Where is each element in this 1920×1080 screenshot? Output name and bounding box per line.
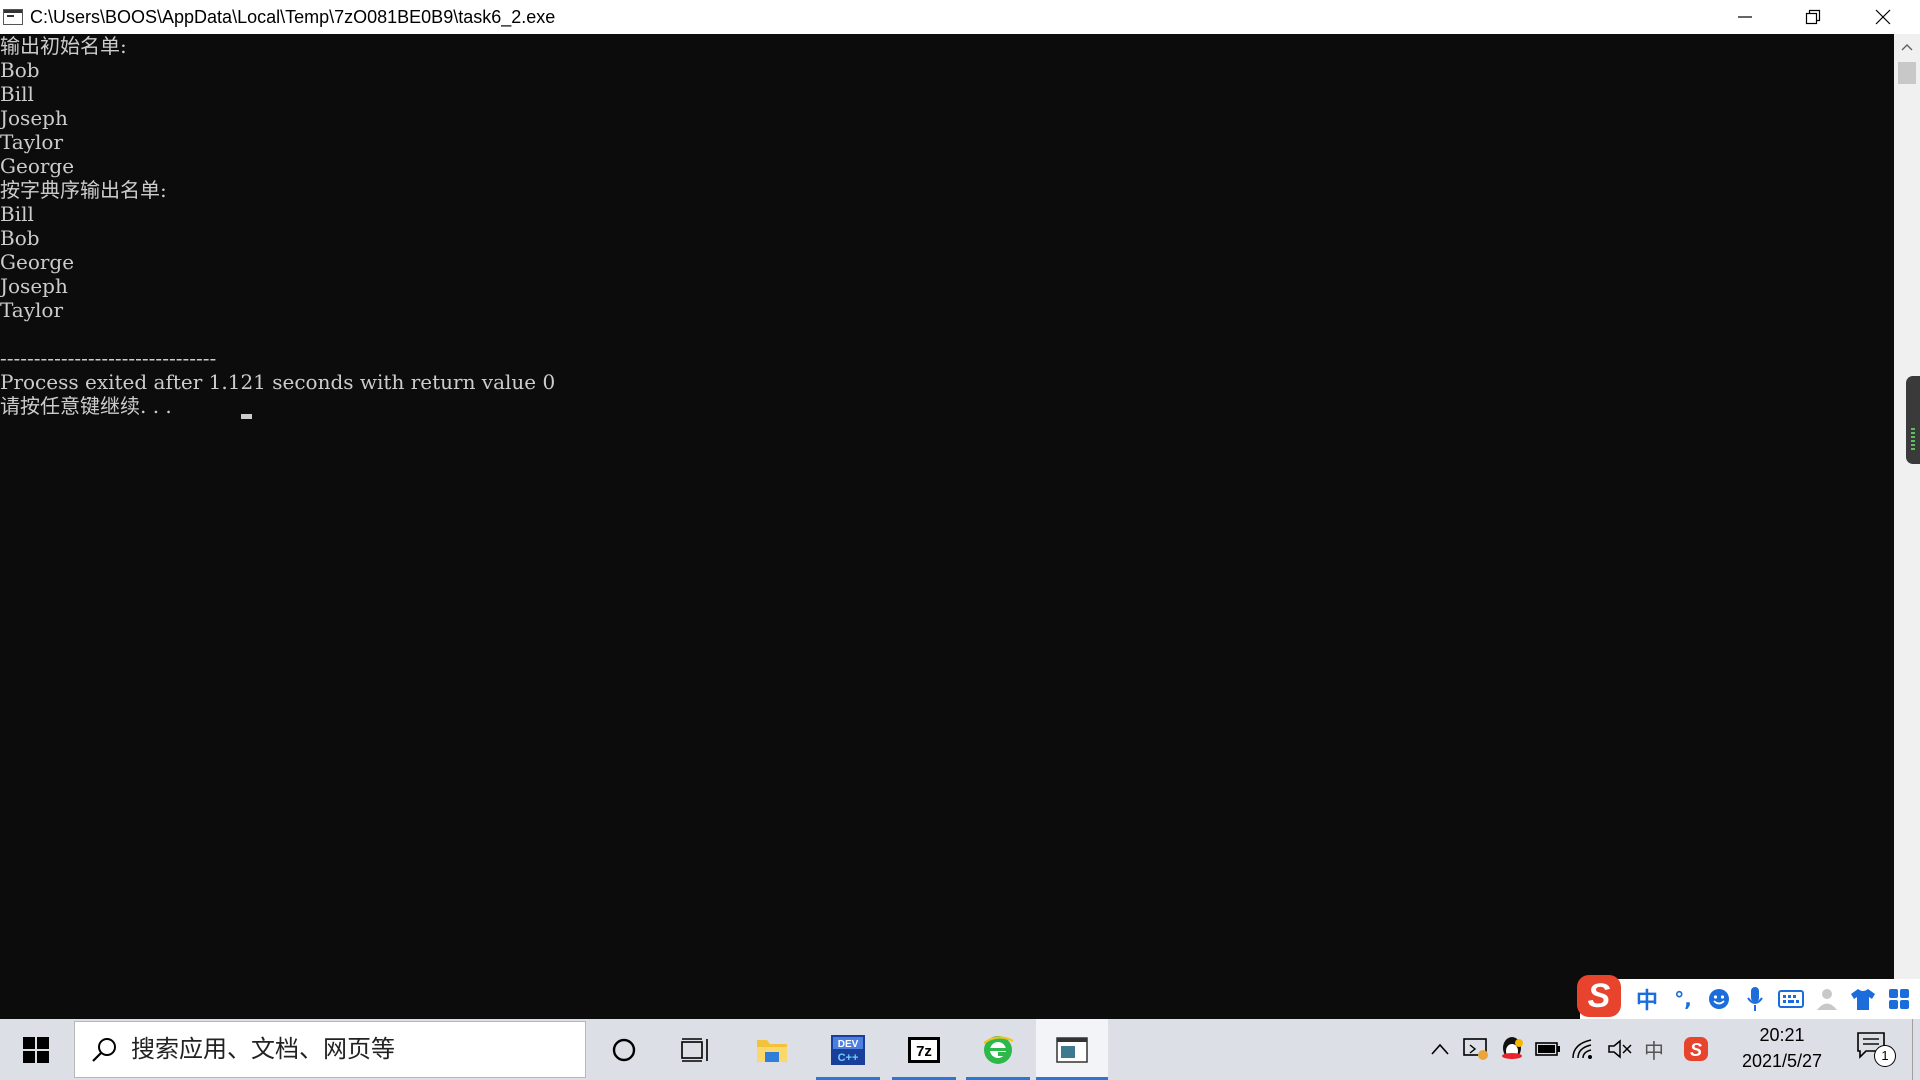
- clock-date: 2021/5/27: [1741, 1051, 1823, 1071]
- console-line: Bill: [0, 202, 34, 226]
- taskbar[interactable]: 搜索应用、文档、网页等 DEV C++ 7z 中 S 20:21 2021/5/…: [0, 1019, 1920, 1080]
- text-cursor: [241, 414, 252, 419]
- search-placeholder: 搜索应用、文档、网页等: [131, 1035, 395, 1063]
- windows-logo-icon: [23, 1036, 49, 1063]
- toolbox-grid-icon[interactable]: [1884, 984, 1914, 1014]
- tray-wifi[interactable]: [1570, 1035, 1598, 1063]
- close-icon: [1875, 9, 1891, 25]
- taskbar-file-explorer[interactable]: [736, 1019, 808, 1080]
- svg-text:7z: 7z: [916, 1043, 932, 1060]
- user-icon[interactable]: [1812, 984, 1842, 1014]
- chevron-up-icon: [1431, 1043, 1449, 1055]
- restore-button[interactable]: [1778, 0, 1848, 34]
- devcpp-icon: DEV C++: [831, 1034, 865, 1065]
- 7zip-icon: 7z: [908, 1036, 940, 1063]
- scroll-up-button[interactable]: [1894, 34, 1920, 60]
- side-drawer-handle[interactable]: [1906, 376, 1920, 464]
- tray-battery[interactable]: [1534, 1035, 1562, 1063]
- taskbar-search-box[interactable]: 搜索应用、文档、网页等: [74, 1021, 586, 1078]
- ime-mode-toggle[interactable]: 中: [1632, 984, 1662, 1014]
- start-button[interactable]: [0, 1019, 72, 1080]
- keyboard-icon[interactable]: [1776, 984, 1806, 1014]
- console-app-icon: [3, 9, 23, 25]
- battery-icon: [1535, 1042, 1560, 1056]
- tray-app-icon[interactable]: [1462, 1035, 1490, 1063]
- tray-overflow-button[interactable]: [1426, 1035, 1454, 1063]
- console-line: Bob: [0, 58, 40, 82]
- console-line: Taylor: [0, 298, 64, 322]
- scroll-thumb[interactable]: [1898, 62, 1916, 84]
- tray-sogou[interactable]: S: [1682, 1035, 1710, 1063]
- console-output[interactable]: 输出初始名单: Bob Bill Joseph Taylor George 按字…: [0, 34, 1894, 1019]
- show-desktop-button[interactable]: [1912, 1019, 1913, 1080]
- console-line: --------------------------------: [0, 346, 217, 370]
- taskbar-clock[interactable]: 20:21 2021/5/27: [1722, 1019, 1842, 1080]
- tray-volume[interactable]: [1606, 1035, 1634, 1063]
- cortana-button[interactable]: [588, 1019, 660, 1080]
- folder-icon: [757, 1039, 787, 1062]
- browser-e-icon: [983, 1035, 1014, 1064]
- console-window-icon: [1056, 1036, 1088, 1063]
- clock-time: 20:21: [1759, 1025, 1805, 1045]
- notification-badge: 1: [1874, 1045, 1896, 1067]
- close-button[interactable]: [1848, 0, 1918, 34]
- microphone-icon[interactable]: [1740, 984, 1770, 1014]
- minimize-icon: [1738, 16, 1752, 18]
- qq-penguin-icon: [1502, 1037, 1523, 1059]
- minimize-button[interactable]: [1710, 0, 1780, 34]
- chevron-up-icon: [1901, 44, 1913, 51]
- console-line: George: [0, 154, 75, 178]
- sogou-logo-icon[interactable]: S: [1577, 975, 1621, 1017]
- taskbar-7zip[interactable]: 7z: [888, 1019, 960, 1080]
- console-line: Joseph: [0, 106, 68, 130]
- console-line: Bob: [0, 226, 40, 250]
- console-line: Bill: [0, 82, 34, 106]
- vertical-scrollbar[interactable]: [1894, 34, 1920, 1019]
- ime-toolbar[interactable]: S 中 °,: [1577, 975, 1920, 1019]
- console-line: 按字典序输出名单:: [0, 178, 167, 202]
- taskbar-console-window[interactable]: [1036, 1019, 1108, 1080]
- console-line: 输出初始名单:: [0, 34, 127, 58]
- svg-text:C++: C++: [838, 1052, 859, 1064]
- restore-icon: [1805, 9, 1821, 25]
- cortana-circle-icon: [612, 1038, 636, 1061]
- taskbar-devcpp[interactable]: DEV C++: [812, 1019, 884, 1080]
- console-line: Process exited after 1.121 seconds with …: [0, 370, 556, 394]
- ime-punct-toggle[interactable]: °,: [1668, 984, 1698, 1014]
- tray-input-language[interactable]: 中: [1640, 1035, 1668, 1063]
- sogou-icon: S: [1684, 1037, 1708, 1061]
- task-view-button[interactable]: [660, 1019, 732, 1080]
- tray-qq-icon[interactable]: [1498, 1035, 1526, 1063]
- title-bar[interactable]: C:\Users\BOOS\AppData\Local\Temp\7zO081B…: [0, 0, 1920, 34]
- svg-text:DEV: DEV: [838, 1039, 859, 1050]
- wifi-icon: [1572, 1039, 1592, 1059]
- display-switch-icon: [1463, 1038, 1488, 1060]
- window-title: C:\Users\BOOS\AppData\Local\Temp\7zO081B…: [30, 7, 556, 27]
- action-center-button[interactable]: 1: [1856, 1031, 1896, 1071]
- task-view-icon: [681, 1037, 708, 1062]
- emoji-icon[interactable]: [1704, 984, 1734, 1014]
- skin-shirt-icon[interactable]: [1848, 984, 1878, 1014]
- console-lines: 输出初始名单: Bob Bill Joseph Taylor George 按字…: [0, 34, 555, 418]
- taskbar-browser[interactable]: [962, 1019, 1034, 1080]
- svg-text:S: S: [1690, 1040, 1702, 1060]
- console-line: Taylor: [0, 130, 64, 154]
- console-line: George: [0, 250, 75, 274]
- console-line: 请按任意键继续. . .: [0, 394, 172, 418]
- search-icon: [92, 1038, 116, 1062]
- console-line: Joseph: [0, 274, 68, 298]
- volume-muted-icon: [1608, 1039, 1632, 1059]
